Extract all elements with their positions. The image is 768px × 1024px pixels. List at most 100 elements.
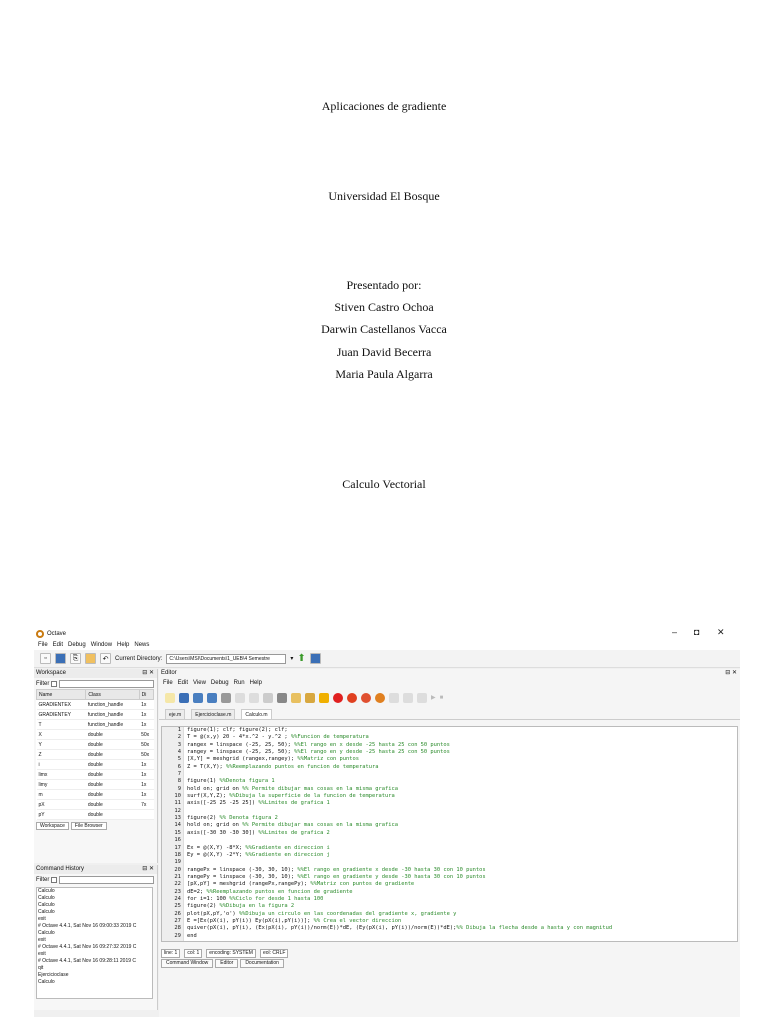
code-line[interactable]: surf(X,Y,Z); %%Dibuja la superficie de l… <box>187 793 737 800</box>
history-item[interactable]: Calculo <box>37 895 152 902</box>
filter-input[interactable] <box>59 875 154 884</box>
history-item[interactable]: Calculo <box>37 930 152 937</box>
table-row[interactable]: pY double <box>36 809 154 820</box>
code-line[interactable]: rangePy = linspace (-30, 30, 10); %%El r… <box>187 874 737 881</box>
code-line[interactable]: plot(pX,pY,'o') %%Dibuja un circulo en l… <box>187 911 737 918</box>
menu-debug[interactable]: Debug <box>68 642 86 648</box>
history-item[interactable]: exit <box>37 916 152 923</box>
code-line[interactable] <box>187 837 737 844</box>
table-row[interactable]: pX double 7x <box>36 799 154 810</box>
run-icon[interactable]: ▶ <box>431 694 436 701</box>
column-header[interactable]: Class <box>85 689 140 700</box>
code-line[interactable]: rangePx = linspace (-30, 30, 10); %%El r… <box>187 867 737 874</box>
history-item[interactable]: Calculo <box>37 979 152 986</box>
tab-eje[interactable]: eje.m <box>165 709 186 719</box>
redo-icon[interactable] <box>249 692 259 703</box>
cut-icon[interactable] <box>277 692 287 703</box>
code-line[interactable]: [pX,pY] = meshgrid (rangePx,rangePy); %%… <box>187 881 737 888</box>
history-item[interactable]: Ejercicioclase <box>37 972 152 979</box>
filter-checkbox[interactable] <box>51 680 58 687</box>
new-script-icon[interactable] <box>165 692 175 703</box>
tab-calculo[interactable]: Calculo.m <box>241 709 272 719</box>
undo-icon[interactable]: ↶ <box>100 653 111 664</box>
table-row[interactable]: Ydouble 50x <box>36 739 154 750</box>
undo-icon[interactable] <box>235 692 245 703</box>
history-item[interactable]: # Octave 4.4.1, Sat Nov 16 09:00:33 2019… <box>37 923 152 930</box>
panel-close-icon[interactable]: ⊟ ✕ <box>142 865 154 874</box>
table-row[interactable]: limy double 1x <box>36 779 154 790</box>
current-directory-input[interactable]: C:\Users\MSI\Documents\1_UEB\4 Semestre <box>166 653 287 664</box>
column-header[interactable]: Di <box>138 689 155 700</box>
step-icon[interactable] <box>389 692 399 703</box>
paste-icon[interactable] <box>85 653 96 664</box>
code-line[interactable]: axis([-25 25 -25 25]) %%Limites de grafi… <box>187 800 737 807</box>
settings-icon[interactable] <box>319 692 329 703</box>
previous-breakpoint-icon[interactable] <box>361 692 371 703</box>
code-lines[interactable]: figure(1); clf; figure(2); clf; T = @(x,y… <box>187 727 737 940</box>
dropdown-arrow-icon[interactable]: ▾ <box>290 655 293 662</box>
filter-checkbox[interactable] <box>51 876 58 883</box>
save-as-icon[interactable] <box>207 692 217 703</box>
filter-input[interactable] <box>59 679 154 688</box>
code-line[interactable]: rangey = linspace (-25, 25, 50); %%El ra… <box>187 749 737 756</box>
next-breakpoint-icon[interactable] <box>347 692 357 703</box>
code-line[interactable] <box>187 771 737 778</box>
code-line[interactable]: figure(2) %% Denota figura 2 <box>187 815 737 822</box>
history-item[interactable]: Calculo <box>37 909 152 916</box>
step-out-icon[interactable] <box>417 692 427 703</box>
close-button[interactable]: ✕ <box>717 627 725 638</box>
code-line[interactable]: T = @(x,y) 20 - 4*x.^2 - y.^2 ; %%Funcio… <box>187 734 737 741</box>
history-item[interactable]: qit <box>37 965 152 972</box>
menu-window[interactable]: Window <box>91 642 112 648</box>
browse-folder-icon[interactable] <box>309 653 321 664</box>
tab-editor[interactable]: Editor <box>215 959 239 968</box>
editor-menu-run[interactable]: Run <box>234 680 245 686</box>
code-line[interactable]: Ex = @(X,Y) -8*X; %%Gradiente en direcci… <box>187 845 737 852</box>
breakpoint-icon[interactable] <box>333 692 343 703</box>
table-row[interactable]: limx double 1x <box>36 769 154 780</box>
print-icon[interactable] <box>221 692 231 703</box>
paste-icon[interactable] <box>291 692 301 703</box>
table-row[interactable]: m double 1x <box>36 789 154 800</box>
tab-documentation[interactable]: Documentation <box>240 959 284 968</box>
history-item[interactable]: Calculo <box>37 902 152 909</box>
code-line[interactable]: hold on; grid on %% Permite dibujar mas … <box>187 786 737 793</box>
table-row[interactable]: Tfunction_handle 1x <box>36 719 154 730</box>
table-row[interactable]: GRADIENTEY function_handle 1x <box>36 709 154 720</box>
table-row[interactable]: Zdouble 50x <box>36 749 154 760</box>
code-line[interactable]: [X,Y] = meshgrid (rangex,rangey); %%Matr… <box>187 756 737 763</box>
code-line[interactable]: axis([-30 30 -30 30]) %%Limites de grafi… <box>187 830 737 837</box>
stop-icon[interactable]: ■ <box>440 695 444 701</box>
history-item[interactable]: # Octave 4.4.1, Sat Nov 16 09:28:11 2019… <box>37 958 152 965</box>
remove-breakpoints-icon[interactable] <box>375 692 385 703</box>
editor-menu-help[interactable]: Help <box>250 680 262 686</box>
tab-command-window[interactable]: Command Window <box>161 959 214 968</box>
panel-close-icon[interactable]: ⊟ ✕ <box>142 669 154 678</box>
up-arrow-icon[interactable]: ⬆ <box>297 653 305 664</box>
code-line[interactable]: hold on; grid on %% Permite dibujar mas … <box>187 822 737 829</box>
history-item[interactable]: exit <box>37 937 152 944</box>
copy-icon[interactable]: ⎘ <box>70 653 81 664</box>
code-line[interactable]: figure(2) %%Dibuja en la figura 2 <box>187 903 737 910</box>
editor-menu-debug[interactable]: Debug <box>211 680 229 686</box>
tab-file-browser[interactable]: File Browser <box>70 822 107 830</box>
minimize-button[interactable]: – <box>672 627 677 637</box>
maximize-button[interactable]: ◘ <box>694 627 699 637</box>
step-in-icon[interactable] <box>403 692 413 703</box>
code-line[interactable]: end <box>187 933 737 940</box>
code-editor[interactable]: 1 2 3 4 5 6 7 8 9 10 11 12 13 14 15 16 17 18 19 20 21 22 23 24 2… <box>161 726 738 942</box>
menu-news[interactable]: News <box>134 642 149 648</box>
tab-ejercicioclase[interactable]: Ejercicioclase.m <box>191 709 236 719</box>
new-file-icon[interactable]: ▫ <box>40 653 51 664</box>
code-line[interactable]: E =[Ex(pX(i), pY(i)) Ey(pX(i),pY(i))]; %… <box>187 918 737 925</box>
code-line[interactable]: figure(1); clf; figure(2); clf; <box>187 727 737 734</box>
history-item[interactable]: # Octave 4.4.1, Sat Nov 16 09:27:32 2019… <box>37 944 152 951</box>
code-line[interactable]: rangex = linspace (-25, 25, 50); %%El ra… <box>187 742 737 749</box>
code-line[interactable] <box>187 808 737 815</box>
code-line[interactable]: Z = T(X,Y); %%Reemplazando puntos en fun… <box>187 764 737 771</box>
code-line[interactable]: figure(1) %%Denota figura 1 <box>187 778 737 785</box>
menu-file[interactable]: File <box>38 642 48 648</box>
tab-workspace[interactable]: Workspace <box>36 822 69 830</box>
open-icon[interactable] <box>179 692 189 703</box>
open-folder-icon[interactable] <box>55 653 66 664</box>
